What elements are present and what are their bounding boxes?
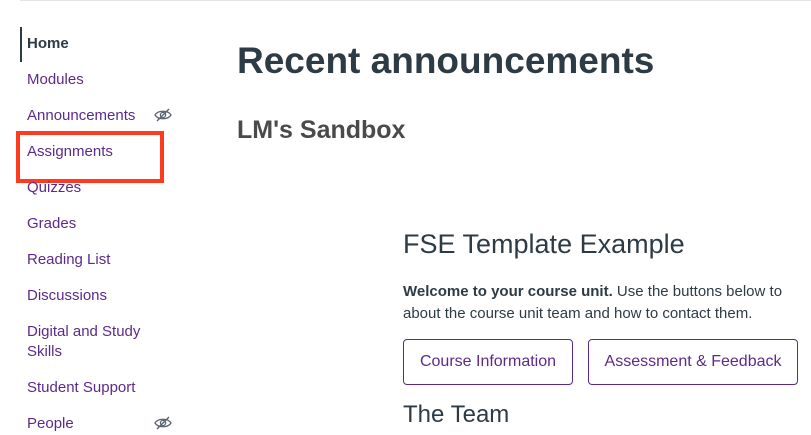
active-indicator	[20, 27, 22, 62]
nav-item-home[interactable]: Home	[27, 34, 69, 54]
page-title: Recent announcements	[237, 40, 655, 81]
nav-item-label-line1: Digital and Study	[27, 323, 141, 340]
eye-slash-icon	[154, 416, 172, 430]
nav-item-discussions[interactable]: Discussions	[27, 286, 107, 306]
nav-item-reading-list[interactable]: Reading List	[27, 250, 110, 270]
welcome-line-1: Welcome to your course unit. Use the but…	[403, 281, 811, 303]
nav-item-modules[interactable]: Modules	[27, 70, 84, 90]
nav-item-digital-study-skills[interactable]: Digital and Study Skills	[27, 322, 140, 362]
eye-slash-icon	[154, 108, 172, 122]
welcome-text: Welcome to your course unit. Use the but…	[403, 281, 811, 325]
course-title: LM's Sandbox	[237, 116, 406, 144]
welcome-line-2: about the course unit team and how to co…	[403, 305, 753, 322]
nav-item-label-line2: Skills	[27, 343, 63, 360]
course-information-button[interactable]: Course Information	[403, 339, 573, 385]
welcome-rest: Use the buttons below to	[612, 283, 783, 300]
nav-item-student-support[interactable]: Student Support	[27, 378, 135, 398]
nav-item-announcements[interactable]: Announcements	[27, 106, 135, 126]
assessment-feedback-button[interactable]: Assessment & Feedback	[588, 339, 798, 385]
template-title: FSE Template Example	[403, 229, 685, 259]
nav-item-quizzes[interactable]: Quizzes	[27, 178, 81, 198]
welcome-bold: Welcome to your course unit.	[403, 283, 613, 300]
course-navigation: Home Modules Announcements Assignments Q…	[0, 0, 200, 435]
team-title: The Team	[403, 401, 510, 428]
page: Home Modules Announcements Assignments Q…	[0, 0, 811, 435]
highlight-box	[16, 131, 164, 183]
nav-item-people[interactable]: People	[27, 414, 74, 434]
nav-item-grades[interactable]: Grades	[27, 214, 76, 234]
